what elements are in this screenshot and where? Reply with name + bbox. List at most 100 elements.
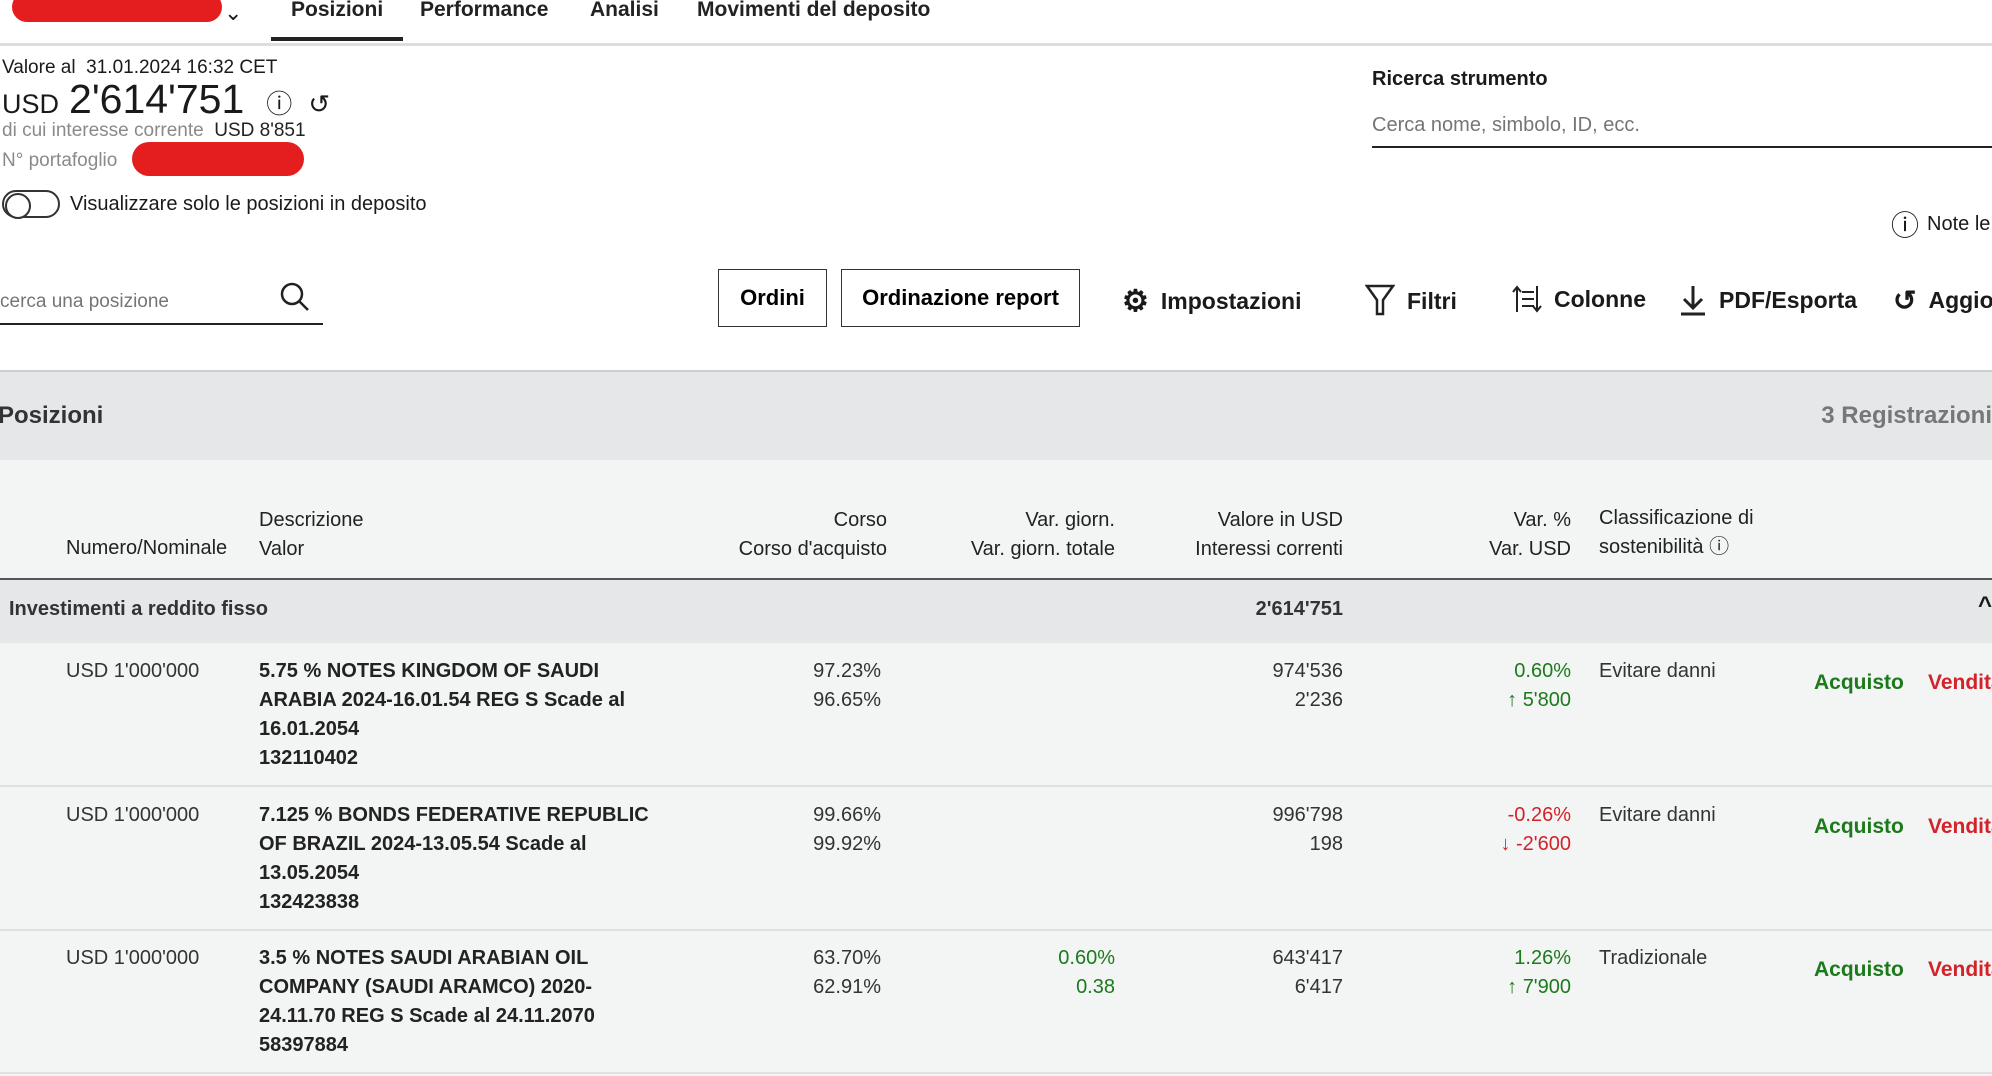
arrow-down-icon: ↓: [1500, 832, 1511, 855]
group-row-fixed-income[interactable]: Investimenti a reddito fisso 2'614'751 ^: [0, 578, 1992, 643]
var-pct: -0.26%: [1507, 803, 1571, 826]
sell-link[interactable]: Vendita: [1928, 958, 1992, 982]
col-variation[interactable]: Var. % Var. USD: [1489, 506, 1571, 564]
instrument-search-label: Ricerca strumento: [1372, 68, 1548, 90]
search-icon[interactable]: [280, 282, 310, 312]
var-usd: 5'800: [1522, 689, 1571, 711]
accrued-interest: 6'417: [1294, 976, 1343, 998]
arrow-up-icon: ↑: [1507, 976, 1518, 998]
col-buy-price-label: Corso d'acquisto: [738, 538, 887, 560]
sell-link[interactable]: Vendita: [1928, 815, 1992, 839]
deposit-only-toggle[interactable]: [2, 190, 60, 219]
columns-icon: [1512, 285, 1542, 313]
legal-notes-label: Note le: [1927, 212, 1991, 235]
orders-button[interactable]: Ordini: [718, 269, 827, 327]
info-icon[interactable]: ⓘ: [266, 84, 292, 121]
position-search-input[interactable]: [0, 280, 323, 325]
col-sustainability[interactable]: Classificazione di sostenibilità ⓘ: [1599, 504, 1754, 562]
valor-number: 132110402: [259, 747, 359, 769]
tab-analisi[interactable]: Analisi: [590, 0, 659, 22]
refresh-button[interactable]: ↺ Aggio: [1893, 284, 1992, 317]
columns-button[interactable]: Colonne: [1512, 284, 1646, 314]
total-amount: 2'614'751: [69, 76, 245, 122]
description[interactable]: 3.5 % NOTES SAUDI ARABIAN OIL COMPANY (S…: [259, 944, 659, 1060]
var-pct: 1.26%: [1514, 947, 1571, 969]
legal-notes-link[interactable]: ⓘ Note le: [1891, 204, 1990, 244]
info-icon: ⓘ: [1891, 210, 1920, 241]
valor-number: 132423838: [259, 890, 360, 913]
record-count: 3 Registrazioni: [1821, 402, 1992, 429]
export-label: PDF/Esporta: [1719, 286, 1858, 313]
value-label: Valore al: [2, 57, 76, 78]
sustainability: Evitare danni: [1599, 660, 1716, 682]
col-desc-label: Descrizione: [259, 509, 364, 531]
col-nominal[interactable]: Numero/Nominale: [66, 534, 227, 563]
interest-line: di cui interesse corrente USD 8'851: [2, 120, 306, 142]
timestamp: 31.01.2024 16:32 CET: [86, 57, 278, 78]
interest-label: di cui interesse corrente: [2, 120, 204, 141]
price: 97.23% 96.65%: [813, 657, 881, 715]
info-icon[interactable]: ⓘ: [1709, 536, 1729, 558]
group-name: Investimenti a reddito fisso: [9, 598, 268, 620]
columns-label: Colonne: [1554, 285, 1646, 312]
col-interest-label: Interessi correnti: [1195, 538, 1343, 560]
settings-label: Impostazioni: [1160, 288, 1302, 314]
table-row[interactable]: USD 1'000'000 3.5 % NOTES SAUDI ARABIAN …: [0, 930, 1992, 1074]
refresh-icon[interactable]: ↺: [308, 89, 330, 120]
description-text: 5.75 % NOTES KINGDOM OF SAUDI ARABIA 202…: [259, 660, 626, 740]
export-button[interactable]: PDF/Esporta: [1679, 284, 1857, 316]
filters-button[interactable]: Filtri: [1365, 284, 1457, 318]
price-value: 63.70%: [813, 947, 881, 969]
gear-icon: ⚙: [1122, 285, 1149, 318]
sustainability: Tradizionale: [1599, 947, 1708, 969]
chevron-up-icon[interactable]: ^: [1978, 592, 1992, 620]
tab-performance[interactable]: Performance: [420, 0, 548, 22]
buy-link[interactable]: Acquisto: [1814, 815, 1904, 839]
value: 974'536 2'236: [1272, 657, 1343, 715]
description-text: 3.5 % NOTES SAUDI ARABIAN OIL COMPANY (S…: [259, 947, 595, 1027]
buy-link[interactable]: Acquisto: [1814, 958, 1904, 982]
refresh-icon: ↺: [1893, 285, 1917, 316]
buy-link[interactable]: Acquisto: [1814, 671, 1904, 695]
price-value: 97.23%: [813, 660, 881, 682]
buy-price-value: 62.91%: [813, 976, 881, 998]
col-value[interactable]: Valore in USD Interessi correnti: [1195, 506, 1343, 564]
col-price[interactable]: Corso Corso d'acquisto: [739, 506, 887, 564]
total-value: USD 2'614'751 ⓘ ↺: [2, 76, 330, 123]
description[interactable]: 5.75 % NOTES KINGDOM OF SAUDI ARABIA 202…: [259, 657, 659, 773]
group-total: 2'614'751: [1255, 598, 1343, 620]
refresh-label: Aggio: [1928, 287, 1992, 313]
col-description[interactable]: Descrizione Valor: [259, 506, 363, 564]
value-usd: 643'417: [1272, 947, 1343, 969]
section-title: Posizioni: [0, 402, 104, 429]
order-report-button[interactable]: Ordinazione report: [841, 269, 1080, 327]
table-row[interactable]: USD 1'000'000 7.125 % BONDS FEDERATIVE R…: [0, 787, 1992, 931]
description[interactable]: 7.125 % BONDS FEDERATIVE REPUBLIC OF BRA…: [259, 801, 659, 917]
valor-number: 58397884: [259, 1034, 348, 1056]
col-esg-label-1: Classificazione di: [1599, 507, 1754, 529]
price: 99.66% 99.92%: [813, 801, 881, 859]
col-day-change[interactable]: Var. giorn. Var. giorn. totale: [971, 506, 1115, 564]
instrument-search-input[interactable]: [1372, 104, 1992, 148]
redacted-portfolio-number: [132, 142, 304, 176]
day-change: 0.60% 0.38: [1058, 944, 1115, 1002]
col-valor-label: Valor: [259, 538, 305, 560]
currency: USD: [2, 89, 60, 119]
nominal: USD 1'000'000: [66, 660, 200, 682]
tab-movimenti[interactable]: Movimenti del deposito: [697, 0, 930, 22]
tab-posizioni[interactable]: Posizioni: [271, 0, 404, 41]
var-pct: 0.60%: [1514, 660, 1571, 682]
col-price-label: Corso: [833, 509, 887, 531]
price: 63.70% 62.91%: [813, 944, 881, 1002]
tab-bar: ⌄ Posizioni Performance Analisi Moviment…: [0, 0, 1992, 46]
download-icon: [1681, 286, 1705, 316]
chevron-down-icon[interactable]: ⌄: [224, 0, 242, 26]
table-row[interactable]: USD 1'000'000 5.75 % NOTES KINGDOM OF SA…: [0, 643, 1992, 787]
variation: -0.26% ↓ -2'600: [1500, 801, 1571, 859]
settings-button[interactable]: ⚙ Impostazioni: [1122, 284, 1301, 319]
arrow-up-icon: ↑: [1507, 689, 1518, 711]
buy-price-value: 96.65%: [813, 689, 881, 711]
col-var-pct-label: Var. %: [1513, 509, 1571, 531]
accrued-interest: 198: [1309, 832, 1343, 855]
sell-link[interactable]: Vendita: [1928, 671, 1992, 695]
